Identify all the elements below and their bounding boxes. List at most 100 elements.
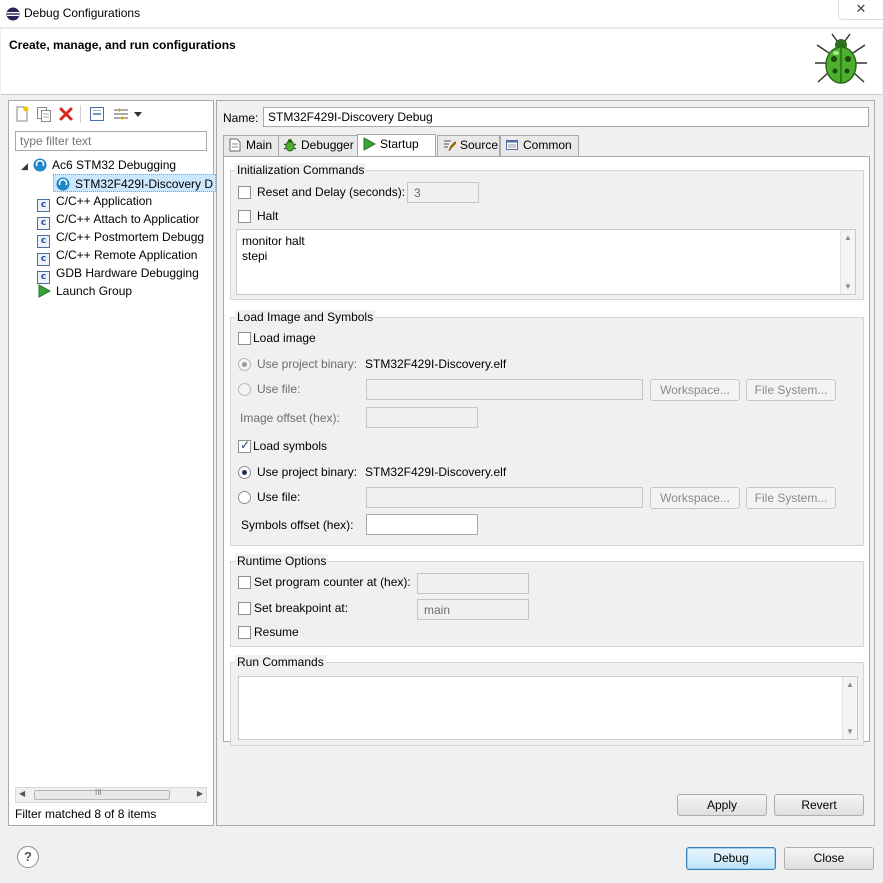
set-pc-label: Set program counter at (hex): (254, 575, 411, 589)
run-commands-textarea[interactable]: ▲ ▼ (238, 676, 858, 740)
scroll-left-icon[interactable]: ◀ (19, 789, 25, 798)
image-file-input[interactable] (366, 379, 643, 400)
tree-item-label: Ac6 STM32 Debugging (52, 158, 177, 172)
tree-item-launch-group[interactable]: Launch Group (37, 282, 132, 300)
symbols-filesystem-button[interactable]: File System... (746, 487, 836, 509)
reset-delay-input[interactable]: 3 (407, 182, 479, 203)
scroll-down-icon[interactable]: ▼ (844, 282, 852, 291)
duplicate-icon[interactable] (36, 106, 52, 122)
tab-main[interactable]: Main (223, 135, 279, 156)
symbols-use-file-radio[interactable] (238, 491, 251, 504)
symbols-use-project-radio[interactable] (238, 466, 251, 479)
debug-button[interactable]: Debug (686, 847, 776, 870)
close-icon: ✕ (855, 1, 867, 16)
image-use-file-radio[interactable] (238, 383, 251, 396)
filter-input[interactable] (15, 131, 207, 151)
group-title: Initialization Commands (235, 163, 367, 177)
tree-item-label: GDB Hardware Debugging (56, 266, 199, 280)
load-image-checkbox[interactable] (238, 332, 251, 345)
collapse-all-icon[interactable] (89, 106, 105, 122)
new-config-icon[interactable] (14, 106, 30, 122)
symbols-workspace-button[interactable]: Workspace... (650, 487, 740, 509)
load-symbols-label: Load symbols (253, 439, 328, 453)
startup-tab-icon (363, 137, 376, 151)
symbols-offset-label: Symbols offset (hex): (241, 518, 354, 532)
run-commands-group: Run Commands ▲ ▼ (230, 655, 864, 746)
horizontal-scrollbar[interactable]: ◀ III ▶ (15, 787, 207, 803)
symbols-use-file-label: Use file: (257, 490, 301, 504)
delete-icon[interactable] (58, 106, 74, 122)
scroll-grip: III (95, 788, 102, 797)
tab-common[interactable]: Common (500, 135, 579, 156)
help-button[interactable]: ? (17, 846, 39, 868)
resume-checkbox[interactable] (238, 626, 251, 639)
halt-label: Halt (257, 209, 279, 223)
tree-item-ac6-stm32-debugging[interactable]: ◢ Ac6 STM32 Debugging (21, 156, 176, 174)
common-tab-icon (506, 140, 518, 150)
revert-button[interactable]: Revert (774, 794, 864, 816)
group-title: Load Image and Symbols (235, 310, 376, 324)
tree-item-label: C/C++ Application (56, 194, 153, 208)
image-filesystem-button[interactable]: File System... (746, 379, 836, 401)
tab-startup[interactable]: Startup (357, 134, 436, 157)
symbols-use-project-label: Use project binary: (257, 465, 358, 479)
set-breakpoint-label: Set breakpoint at: (254, 601, 349, 615)
scroll-up-icon[interactable]: ▲ (846, 680, 854, 689)
tree-item-gdb-hardware[interactable]: c GDB Hardware Debugging (37, 264, 199, 284)
symbols-project-binary: STM32F429I-Discovery.elf (365, 465, 507, 479)
tree-item-cpp-postmortem[interactable]: c C/C++ Postmortem Debugg (37, 228, 205, 248)
init-commands-textarea[interactable]: monitor halt stepi ▲ ▼ (236, 229, 856, 295)
scroll-up-icon[interactable]: ▲ (844, 233, 852, 242)
runtime-options-group: Runtime Options Set program counter at (… (230, 554, 864, 647)
image-workspace-button[interactable]: Workspace... (650, 379, 740, 401)
tree-item-label: C/C++ Postmortem Debugg (56, 230, 205, 244)
tree-item-label: C/C++ Attach to Applicatior (56, 212, 200, 226)
set-pc-checkbox[interactable] (238, 576, 251, 589)
close-button[interactable]: Close (784, 847, 874, 870)
filter-icon[interactable] (113, 106, 129, 122)
tree-item-label: STM32F429I-Discovery D (75, 177, 214, 191)
image-offset-label: Image offset (hex): (240, 411, 340, 425)
config-editor-panel: Name: STM32F429I-Discovery Debug Main De… (216, 100, 875, 826)
main-tab-icon (229, 138, 241, 152)
image-offset-input[interactable] (366, 407, 478, 428)
name-field[interactable]: STM32F429I-Discovery Debug (263, 107, 869, 127)
window-close-button[interactable]: ✕ (838, 0, 883, 20)
image-use-file-label: Use file: (257, 382, 301, 396)
load-symbols-checkbox[interactable] (238, 438, 251, 453)
scroll-right-icon[interactable]: ▶ (197, 789, 203, 798)
tree-item-stm32f429i-discovery-debug[interactable]: STM32F429I-Discovery D (53, 174, 217, 192)
reset-delay-checkbox[interactable] (238, 186, 251, 199)
scroll-down-icon[interactable]: ▼ (846, 727, 854, 736)
vertical-scrollbar[interactable]: ▲ ▼ (842, 677, 857, 739)
tree-item-cpp-remote[interactable]: c C/C++ Remote Application (37, 246, 198, 266)
symbols-file-input[interactable] (366, 487, 643, 508)
symbols-offset-input[interactable] (366, 514, 478, 535)
expand-arrow-icon[interactable]: ◢ (21, 157, 33, 175)
tab-debugger[interactable]: Debugger (278, 135, 358, 156)
eclipse-icon (6, 7, 20, 21)
tree-item-label: C/C++ Remote Application (56, 248, 198, 262)
command-line: monitor halt (242, 234, 305, 248)
debug-bug-icon (815, 33, 867, 84)
image-use-project-radio[interactable] (238, 358, 251, 371)
command-line: stepi (242, 249, 268, 263)
halt-checkbox[interactable] (238, 210, 251, 223)
toolbar-separator (80, 105, 81, 123)
dialog-title: Create, manage, and run configurations (9, 38, 236, 52)
ac6-icon (33, 158, 47, 172)
vertical-scrollbar[interactable]: ▲ ▼ (840, 230, 855, 294)
tree-item-cpp-attach[interactable]: c C/C++ Attach to Applicatior (37, 210, 200, 230)
apply-button[interactable]: Apply (677, 794, 767, 816)
set-breakpoint-checkbox[interactable] (238, 602, 251, 615)
title-bar: Debug Configurations ✕ (0, 0, 883, 28)
debugger-tab-icon (283, 139, 297, 152)
filter-status: Filter matched 8 of 8 items (15, 807, 157, 821)
image-use-project-label: Use project binary: (257, 357, 358, 371)
set-pc-input[interactable] (417, 573, 529, 594)
set-breakpoint-input[interactable]: main (417, 599, 529, 620)
dropdown-icon[interactable] (133, 106, 143, 122)
tab-source[interactable]: Source (437, 135, 500, 156)
scrollbar-thumb[interactable]: III (34, 788, 170, 800)
tree-item-cpp-application[interactable]: c C/C++ Application (37, 192, 153, 212)
